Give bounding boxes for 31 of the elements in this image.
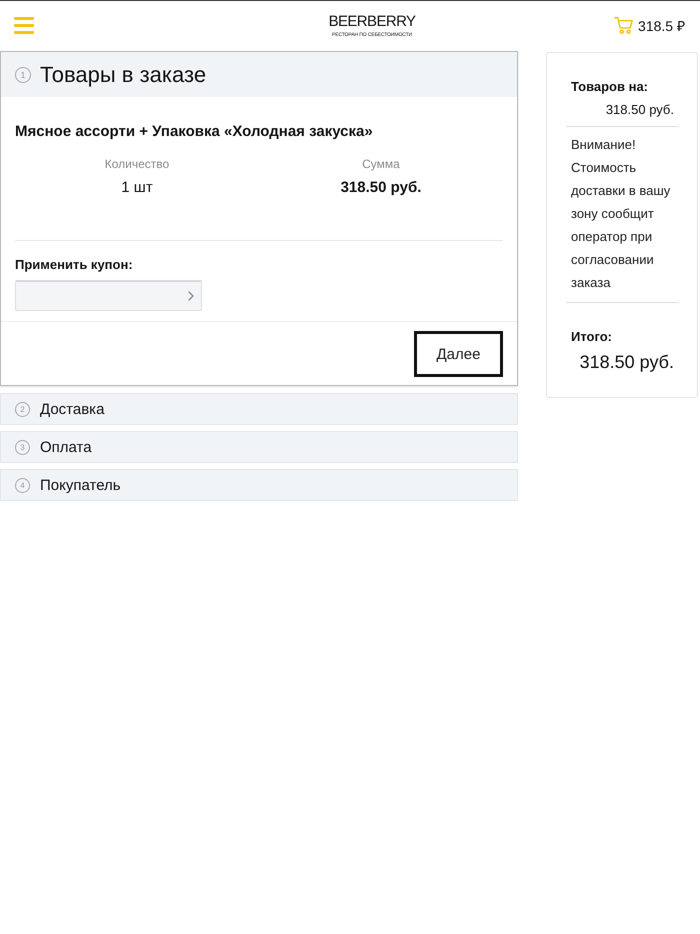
step-number: 4	[15, 478, 30, 492]
step-title: Оплата	[40, 438, 92, 456]
cart-icon[interactable]	[614, 16, 634, 35]
sum-label: Сумма	[362, 157, 400, 171]
cart-total[interactable]: 318.5 ₽	[638, 16, 685, 35]
coupon-field[interactable]	[15, 280, 202, 311]
step-number: 3	[15, 440, 30, 454]
goods-label: Товаров на:	[570, 79, 650, 95]
step-header[interactable]: 1 Товары в заказе	[1, 52, 517, 97]
step-number: 1	[15, 66, 31, 82]
total-label: Итого:	[570, 329, 613, 345]
chevron-right-icon[interactable]	[188, 291, 194, 301]
step-header[interactable]: 2 Доставка	[0, 393, 518, 425]
sum-value: 318.50 руб.	[340, 179, 422, 197]
logo-wordmark[interactable]: BEERBERRY	[328, 14, 416, 30]
delivery-notice: Внимание! Стоимость доставки в вашу зону сообщит оператор при согласовании заказа	[570, 136, 672, 292]
menu-icon[interactable]	[14, 17, 34, 34]
step-header[interactable]: 3 Оплата	[0, 431, 518, 463]
step-header[interactable]: 4 Покупатель	[0, 469, 518, 501]
next-button[interactable]: Далее	[414, 331, 503, 377]
step-number: 2	[15, 402, 30, 416]
step-title: Товары в заказе	[40, 62, 206, 88]
product-name: Мясное ассорти + Упаковка «Холодная закуска»	[15, 122, 374, 142]
goods-total: 318.50 руб.	[604, 102, 675, 118]
step-title: Покупатель	[40, 476, 121, 494]
coupon-label: Применить купон:	[15, 257, 134, 273]
total-value: 318.50 руб.	[578, 351, 675, 373]
step-card[interactable]: 1 Товары в заказе Мясное ассорти + Упаковка «Холодная закуска» Количество 1 шт Сумма 318.50 руб. Применить купон: Далее	[0, 51, 518, 386]
quantity-label: Количество	[104, 157, 170, 171]
step-title: Доставка	[40, 400, 104, 418]
quantity-value: 1 шт	[121, 179, 153, 197]
